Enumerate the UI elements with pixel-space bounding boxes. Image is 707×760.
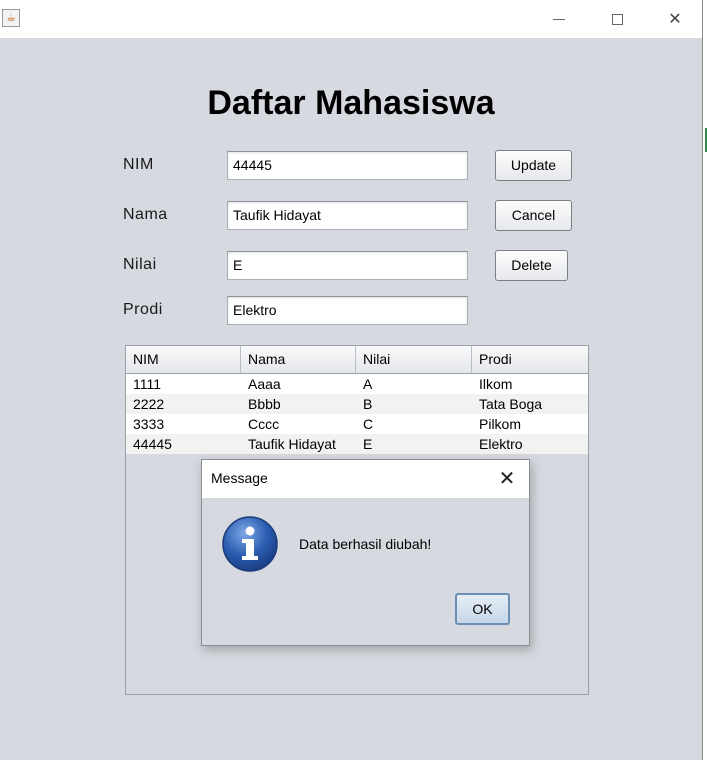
table-row[interactable]: 44445 Taufik Hidayat E Elektro <box>126 434 588 454</box>
cell-nilai: A <box>363 376 373 392</box>
cancel-button[interactable]: Cancel <box>495 200 572 231</box>
column-header-prodi[interactable]: Prodi <box>472 346 588 373</box>
background-window-edge <box>702 0 707 760</box>
dialog-close-button[interactable]: ✕ <box>492 465 522 493</box>
nim-label: NIM <box>123 156 154 173</box>
table-row[interactable]: 2222 Bbbb B Tata Boga <box>126 394 588 414</box>
maximize-icon <box>611 13 623 25</box>
cell-nama: Cccc <box>248 416 280 432</box>
column-header-nilai[interactable]: Nilai <box>356 346 472 373</box>
cell-nim: 2222 <box>133 396 165 412</box>
java-app-icon: ☕ <box>2 9 20 27</box>
minimize-button[interactable] <box>530 0 588 38</box>
prodi-label: Prodi <box>123 301 163 318</box>
page-title: Daftar Mahasiswa <box>207 84 495 122</box>
table-row[interactable]: 3333 Cccc C Pilkom <box>126 414 588 434</box>
cell-prodi: Ilkom <box>479 376 513 392</box>
message-dialog: Message ✕ Data berhasil diubah! OK <box>201 459 530 646</box>
nama-label: Nama <box>123 206 168 223</box>
cell-nilai: B <box>363 396 373 412</box>
column-header-nim[interactable]: NIM <box>126 346 241 373</box>
main-window: ☕ ✕ Daftar Mahasiswa NIM 44445 Nama Tauf… <box>0 0 702 760</box>
nama-field[interactable]: Taufik Hidayat <box>227 201 468 230</box>
info-icon <box>222 516 278 572</box>
close-icon: ✕ <box>498 468 516 490</box>
cell-nilai: E <box>363 436 373 452</box>
cell-prodi: Tata Boga <box>479 396 543 412</box>
close-button[interactable]: ✕ <box>646 0 702 38</box>
column-header-nama[interactable]: Nama <box>241 346 356 373</box>
cell-nim: 1111 <box>133 376 162 392</box>
prodi-field[interactable]: Elektro <box>227 296 468 325</box>
update-button[interactable]: Update <box>495 150 572 181</box>
delete-button[interactable]: Delete <box>495 250 568 281</box>
dialog-title: Message <box>211 470 268 486</box>
nilai-field[interactable]: E <box>227 251 468 280</box>
cell-prodi: Elektro <box>479 436 523 452</box>
dialog-title-bar[interactable]: Message ✕ <box>202 460 529 498</box>
cell-nilai: C <box>363 416 374 432</box>
cell-nama: Aaaa <box>248 376 281 392</box>
table-row[interactable]: 1111 Aaaa A Ilkom <box>126 374 588 394</box>
cell-nim: 44445 <box>133 436 172 452</box>
cell-nim: 3333 <box>133 416 165 432</box>
nim-field[interactable]: 44445 <box>227 151 468 180</box>
ok-button[interactable]: OK <box>455 593 510 625</box>
maximize-button[interactable] <box>588 0 646 38</box>
title-bar[interactable]: ☕ ✕ <box>0 0 702 38</box>
dialog-message: Data berhasil diubah! <box>299 536 432 552</box>
close-icon: ✕ <box>668 11 682 28</box>
cell-prodi: Pilkom <box>479 416 522 432</box>
cell-nama: Bbbb <box>248 396 281 412</box>
minimize-icon <box>553 18 565 20</box>
nilai-label: Nilai <box>123 256 157 273</box>
table-header: NIM Nama Nilai Prodi <box>126 346 588 374</box>
cell-nama: Taufik Hidayat <box>248 436 336 452</box>
